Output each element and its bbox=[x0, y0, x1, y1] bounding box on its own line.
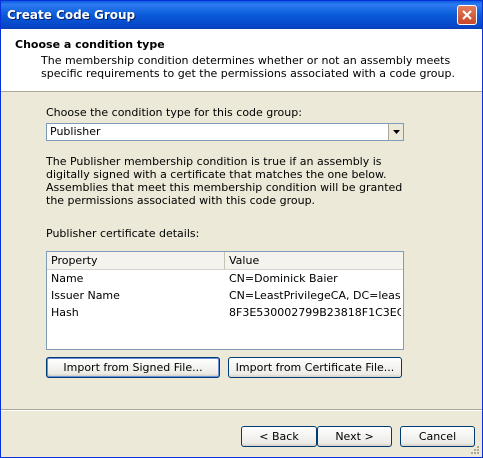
close-button[interactable] bbox=[457, 5, 477, 25]
condition-description: The Publisher membership condition is tr… bbox=[46, 155, 403, 207]
close-icon bbox=[462, 10, 472, 20]
title-bar[interactable]: Create Code Group bbox=[1, 1, 482, 29]
cell-value: 8F3E530002799B23818F1C3EC bbox=[229, 306, 401, 319]
certificate-details-list[interactable]: Property Value Name CN=Dominick Baier Is… bbox=[46, 251, 404, 350]
cancel-button[interactable]: Cancel bbox=[400, 426, 475, 447]
cell-property: Hash bbox=[51, 306, 79, 319]
chevron-down-icon bbox=[393, 130, 400, 134]
window-title: Create Code Group bbox=[7, 8, 136, 22]
page-title: Choose a condition type bbox=[15, 38, 165, 51]
wizard-header: Choose a condition type The membership c… bbox=[1, 29, 482, 92]
certificate-details-label: Publisher certificate details: bbox=[46, 227, 200, 240]
list-header: Property Value bbox=[47, 252, 403, 270]
import-certificate-file-button[interactable]: Import from Certificate File... bbox=[228, 357, 402, 378]
condition-type-select[interactable]: Publisher bbox=[46, 123, 404, 141]
table-row[interactable]: Issuer Name CN=LeastPrivilegeCA, DC=leas… bbox=[47, 287, 403, 304]
condition-type-value: Publisher bbox=[50, 125, 101, 138]
resize-grip-icon[interactable] bbox=[468, 443, 480, 455]
cell-value: CN=Dominick Baier bbox=[229, 272, 338, 285]
footer-separator bbox=[1, 409, 482, 411]
back-button[interactable]: < Back bbox=[241, 426, 317, 447]
dropdown-button[interactable] bbox=[388, 124, 403, 140]
condition-type-label: Choose the condition type for this code … bbox=[46, 106, 302, 119]
cell-value: CN=LeastPrivilegeCA, DC=leastpr bbox=[229, 289, 401, 302]
table-row[interactable]: Hash 8F3E530002799B23818F1C3EC bbox=[47, 304, 403, 321]
column-header-value[interactable]: Value bbox=[225, 252, 403, 269]
column-header-property[interactable]: Property bbox=[47, 252, 225, 269]
next-button[interactable]: Next > bbox=[317, 426, 392, 447]
table-row[interactable]: Name CN=Dominick Baier bbox=[47, 270, 403, 287]
cell-property: Issuer Name bbox=[51, 289, 120, 302]
import-signed-file-button[interactable]: Import from Signed File... bbox=[46, 357, 220, 378]
create-code-group-dialog: Create Code Group Choose a condition typ… bbox=[0, 0, 483, 458]
cell-property: Name bbox=[51, 272, 84, 285]
page-description: The membership condition determines whet… bbox=[41, 54, 455, 80]
